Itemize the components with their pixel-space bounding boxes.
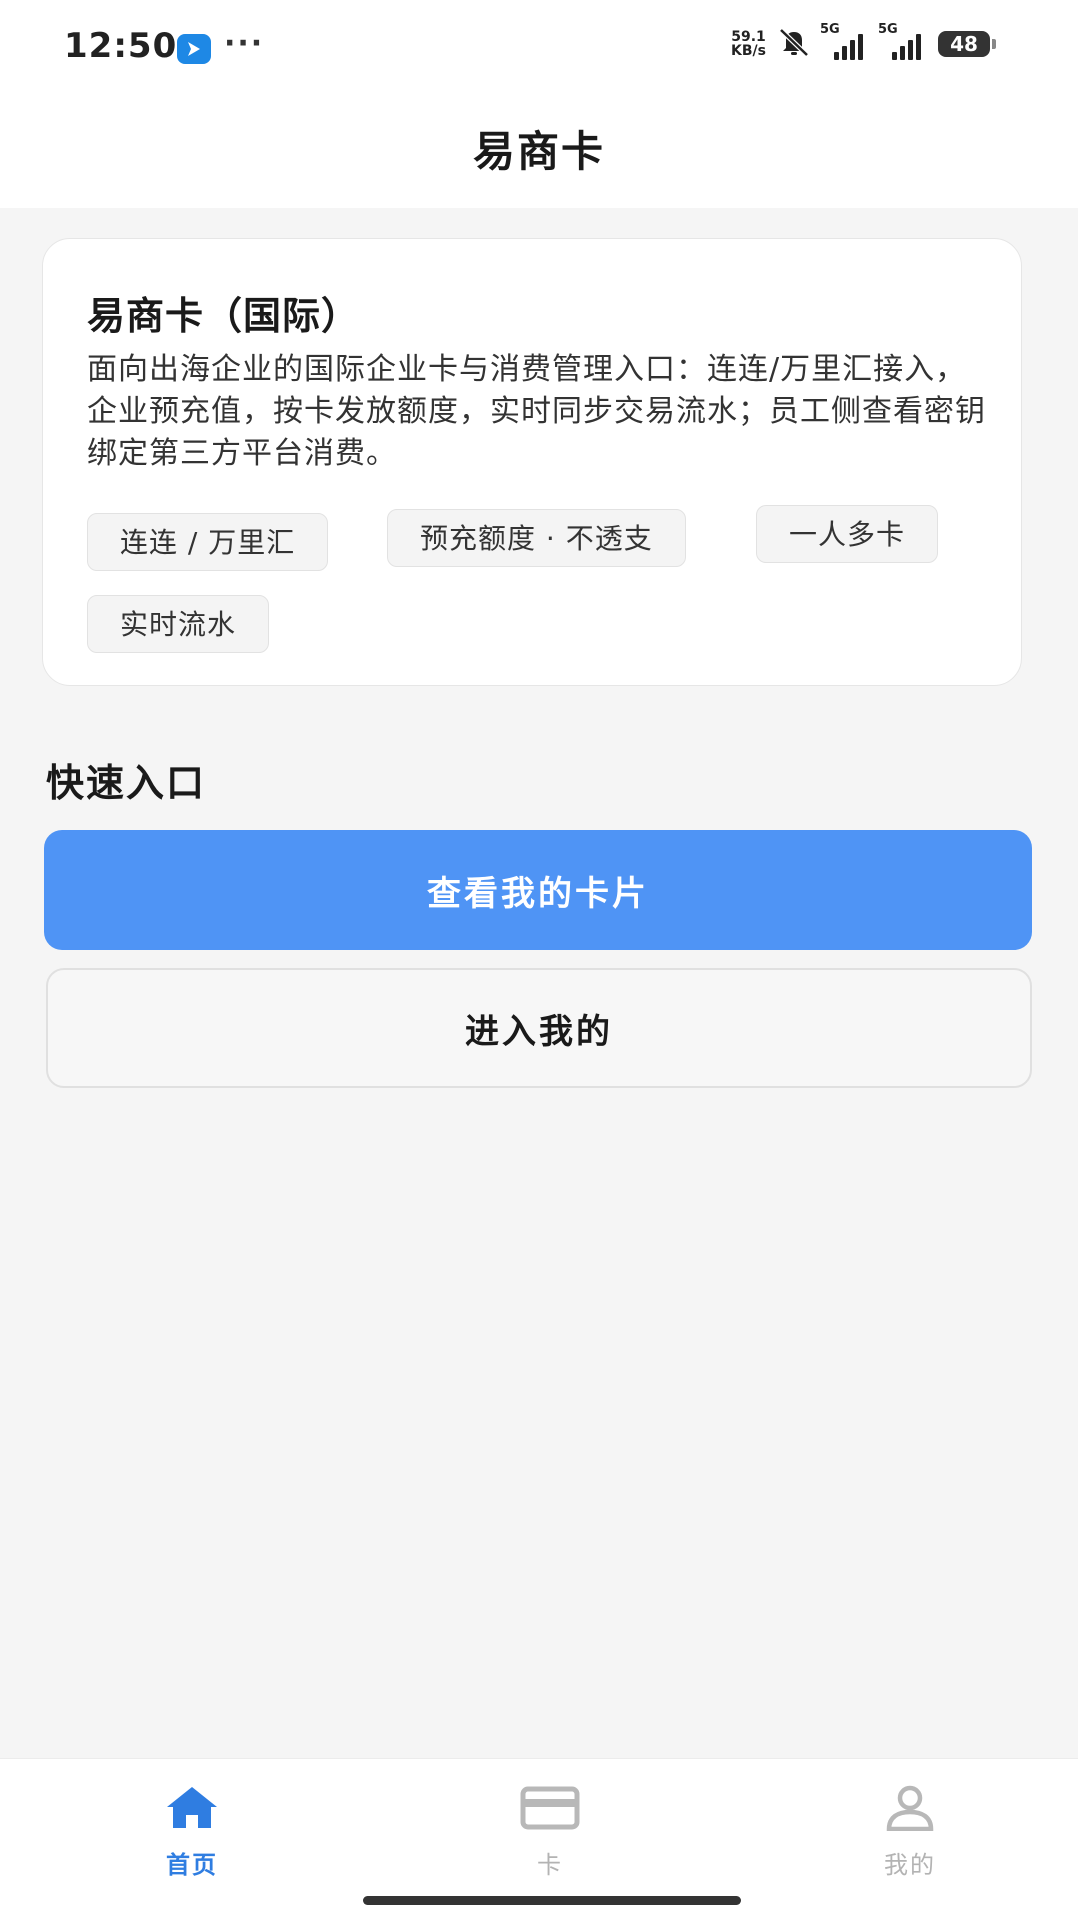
tab-label: 我的 xyxy=(884,1851,936,1879)
status-time: 12:50 xyxy=(64,26,178,66)
tab-card[interactable]: 卡 xyxy=(450,1781,650,1880)
network-speed-value: 59.1 xyxy=(731,29,766,45)
card-title: 易商卡（国际） xyxy=(87,294,361,338)
signal-5g-label: 5G xyxy=(820,22,840,37)
battery-level: 48 xyxy=(950,32,978,56)
app-notification-icon xyxy=(177,34,211,64)
person-icon xyxy=(885,1781,935,1835)
network-speed: 59.1 KB/s xyxy=(731,30,766,58)
feature-tag: 一人多卡 xyxy=(756,505,939,563)
view-my-cards-button[interactable]: 查看我的卡片 xyxy=(44,830,1032,950)
home-icon xyxy=(164,1781,220,1835)
feature-tag: 预充额度 · 不透支 xyxy=(387,509,686,567)
home-indicator[interactable] xyxy=(363,1896,741,1905)
more-notifications-icon: ··· xyxy=(224,26,265,61)
bottom-tab-bar: 首页 卡 我的 xyxy=(0,1758,1078,1918)
card-description: 面向出海企业的国际企业卡与消费管理入口：连连/万里汇接入，企业预充值，按卡发放额… xyxy=(87,352,986,471)
mute-bell-icon xyxy=(776,26,812,62)
feature-tag: 连连 / 万里汇 xyxy=(87,513,329,571)
feature-tag: 实时流水 xyxy=(87,595,270,653)
tab-home[interactable]: 首页 xyxy=(92,1781,292,1880)
signal-5g-label: 5G xyxy=(878,22,898,37)
enter-mine-button[interactable]: 进入我的 xyxy=(46,968,1032,1088)
status-bar: 12:50 ··· 59.1 KB/s 5G 5G 48 xyxy=(0,0,1078,100)
tab-label: 首页 xyxy=(166,1851,218,1879)
page-title: 易商卡 xyxy=(472,127,605,176)
top-bar: 12:50 ··· 59.1 KB/s 5G 5G 48 易商卡 xyxy=(0,0,1078,208)
signal-strength-icon: 5G xyxy=(878,22,928,60)
card-icon xyxy=(520,1781,580,1835)
tab-label: 卡 xyxy=(537,1851,563,1879)
battery-icon: 48 xyxy=(938,31,996,57)
signal-strength-icon: 5G xyxy=(820,22,870,60)
tab-mine[interactable]: 我的 xyxy=(810,1781,1010,1880)
intro-card: 易商卡（国际） 面向出海企业的国际企业卡与消费管理入口：连连/万里汇接入，企业预… xyxy=(42,238,1022,686)
section-title-quick-entry: 快速入口 xyxy=(46,761,207,805)
network-speed-unit: KB/s xyxy=(731,43,766,59)
status-indicators: 59.1 KB/s 5G 5G 48 xyxy=(731,22,996,64)
